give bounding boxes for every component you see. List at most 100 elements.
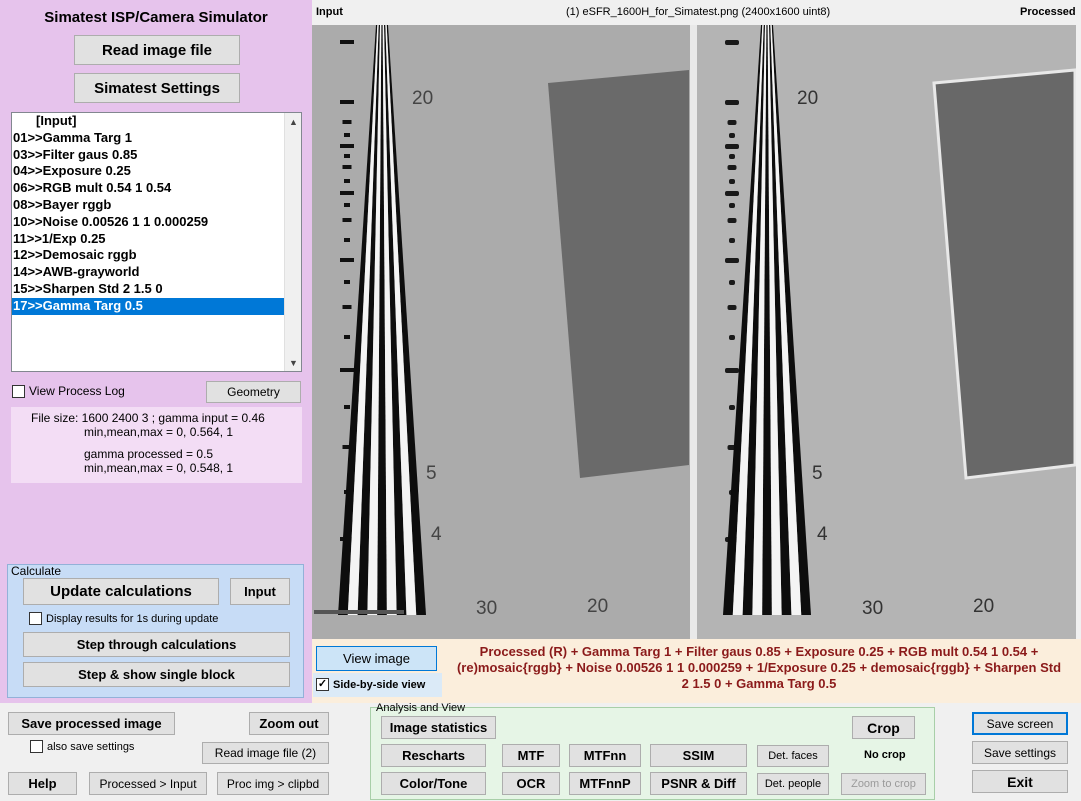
tick-mark bbox=[729, 203, 735, 208]
simatest-settings-button[interactable]: Simatest Settings bbox=[74, 73, 240, 103]
process-list-item[interactable]: 11>>1/Exp 0.25 bbox=[12, 231, 284, 248]
color-tone-button[interactable]: Color/Tone bbox=[381, 772, 486, 795]
process-list-item[interactable]: 06>>RGB mult 0.54 1 0.54 bbox=[12, 180, 284, 197]
scroll-up-arrow-icon[interactable]: ▲ bbox=[285, 113, 301, 130]
tick-mark bbox=[727, 120, 737, 125]
analysis-view-legend: Analysis and View bbox=[376, 702, 466, 714]
tick-mark bbox=[729, 154, 735, 159]
tick-mark bbox=[340, 100, 354, 104]
scroll-down-arrow-icon[interactable]: ▼ bbox=[285, 354, 301, 371]
save-screen-button[interactable]: Save screen bbox=[972, 712, 1068, 735]
process-list-item[interactable]: 14>>AWB-grayworld bbox=[12, 264, 284, 281]
label-20-bottom: 20 bbox=[973, 596, 994, 617]
checkbox-box[interactable]: ✓ bbox=[316, 678, 329, 691]
label-5: 5 bbox=[426, 463, 437, 484]
checkbox-box[interactable] bbox=[12, 384, 25, 398]
process-list-item[interactable]: 17>>Gamma Targ 0.5 bbox=[12, 297, 284, 315]
process-list-item[interactable]: [Input] bbox=[12, 113, 284, 130]
tick-mark bbox=[725, 100, 739, 105]
tick-mark bbox=[344, 203, 350, 207]
also-save-settings-checkbox[interactable]: also save settings bbox=[30, 740, 134, 753]
process-list[interactable]: [Input] 01>>Gamma Targ 1 03>>Filter gaus 0… bbox=[11, 112, 302, 372]
read-image-2-button[interactable]: Read image file (2) bbox=[202, 742, 329, 764]
label-30: 30 bbox=[476, 598, 497, 619]
process-list-item[interactable]: 01>>Gamma Targ 1 bbox=[12, 130, 284, 147]
tick-mark bbox=[344, 335, 350, 339]
ssim-button[interactable]: SSIM bbox=[650, 744, 747, 767]
checkbox-box[interactable] bbox=[30, 740, 43, 753]
tick-mark bbox=[340, 144, 354, 148]
ocr-button[interactable]: OCR bbox=[502, 772, 560, 795]
psnr-diff-button[interactable]: PSNR & Diff bbox=[650, 772, 747, 795]
tick-mark bbox=[729, 238, 735, 243]
label-20-bottom: 20 bbox=[587, 596, 608, 617]
proc-img-clipboard-button[interactable]: Proc img > clipbd bbox=[217, 772, 329, 795]
side-by-side-checkbox[interactable]: ✓ Side-by-side view bbox=[316, 678, 425, 691]
tick-mark bbox=[727, 165, 737, 170]
input-stats-text: min,mean,max = 0, 0.564, 1 bbox=[84, 425, 234, 439]
tick-mark bbox=[344, 238, 350, 242]
gamma-processed-text: gamma processed = 0.5 bbox=[84, 447, 214, 461]
tick-mark bbox=[342, 218, 352, 222]
file-name-label: (1) eSFR_1600H_for_Simatest.png (2400x16… bbox=[566, 6, 831, 18]
label-5: 5 bbox=[812, 463, 823, 484]
detect-faces-button[interactable]: Det. faces bbox=[757, 745, 829, 767]
input-button[interactable]: Input bbox=[230, 578, 290, 605]
process-list-item[interactable]: 08>>Bayer rggb bbox=[12, 197, 284, 214]
view-image-button[interactable]: View image bbox=[316, 646, 437, 671]
process-list-item[interactable]: 12>>Demosaic rggb bbox=[12, 247, 284, 264]
processed-image-pane[interactable]: 20 5 4 30 20 bbox=[697, 25, 1076, 639]
rescharts-button[interactable]: Rescharts bbox=[381, 744, 486, 767]
detect-people-button[interactable]: Det. people bbox=[757, 773, 829, 795]
side-by-side-label: Side-by-side view bbox=[333, 678, 426, 691]
process-list-item[interactable]: 15>>Sharpen Std 2 1.5 0 bbox=[12, 281, 284, 298]
processed-pane-label: Processed bbox=[1020, 6, 1076, 18]
tick-mark bbox=[725, 191, 739, 196]
label-4: 4 bbox=[431, 524, 442, 545]
calculate-legend: Calculate bbox=[11, 564, 62, 578]
label-20: 20 bbox=[412, 88, 433, 109]
read-image-button[interactable]: Read image file bbox=[74, 35, 240, 65]
tick-mark bbox=[729, 179, 735, 184]
tick-mark bbox=[342, 165, 352, 169]
view-process-log-checkbox[interactable]: View Process Log bbox=[12, 384, 125, 398]
crop-button[interactable]: Crop bbox=[852, 716, 915, 739]
label-30: 30 bbox=[862, 598, 883, 619]
bottom-bar-mark bbox=[314, 610, 404, 614]
display-results-checkbox[interactable]: Display results for 1s during update bbox=[29, 612, 218, 625]
geometry-button[interactable]: Geometry bbox=[206, 381, 301, 403]
step-show-block-button[interactable]: Step & show single block bbox=[23, 662, 290, 687]
processed-to-input-button[interactable]: Processed > Input bbox=[89, 772, 207, 795]
tick-mark bbox=[344, 133, 350, 137]
input-image-pane[interactable]: 20 5 4 30 20 bbox=[312, 25, 690, 639]
label-4: 4 bbox=[817, 524, 828, 545]
checkbox-box[interactable] bbox=[29, 612, 42, 625]
tick-mark bbox=[342, 305, 352, 309]
zoom-out-button[interactable]: Zoom out bbox=[249, 712, 329, 735]
tick-mark bbox=[344, 179, 350, 183]
process-list-item[interactable]: 04>>Exposure 0.25 bbox=[12, 163, 284, 180]
mtf-button[interactable]: MTF bbox=[502, 744, 560, 767]
mtfnnp-button[interactable]: MTFnnP bbox=[569, 772, 641, 795]
image-statistics-button[interactable]: Image statistics bbox=[381, 716, 496, 739]
save-processed-image-button[interactable]: Save processed image bbox=[8, 712, 175, 735]
list-scrollbar[interactable]: ▲ ▼ bbox=[284, 113, 301, 371]
process-list-item[interactable]: 03>>Filter gaus 0.85 bbox=[12, 147, 284, 164]
tick-mark bbox=[727, 305, 737, 310]
tick-mark bbox=[727, 218, 737, 223]
file-info-panel: File size: 1600 2400 3 ; gamma input = 0… bbox=[11, 407, 302, 483]
tick-mark bbox=[340, 40, 354, 44]
tick-mark bbox=[344, 154, 350, 158]
step-through-button[interactable]: Step through calculations bbox=[23, 632, 290, 657]
processed-test-chart: 20 5 4 30 20 bbox=[697, 25, 1076, 639]
save-settings-button[interactable]: Save settings bbox=[972, 741, 1068, 764]
update-calculations-button[interactable]: Update calculations bbox=[23, 578, 219, 605]
process-list-item[interactable]: 10>>Noise 0.00526 1 1 0.000259 bbox=[12, 214, 284, 231]
help-button[interactable]: Help bbox=[8, 772, 77, 795]
mtfnn-button[interactable]: MTFnn bbox=[569, 744, 641, 767]
tick-mark bbox=[344, 280, 350, 284]
also-save-settings-label: also save settings bbox=[47, 740, 135, 753]
tick-mark bbox=[729, 280, 735, 285]
exit-button[interactable]: Exit bbox=[972, 770, 1068, 793]
zoom-to-crop-button[interactable]: Zoom to crop bbox=[841, 773, 926, 795]
